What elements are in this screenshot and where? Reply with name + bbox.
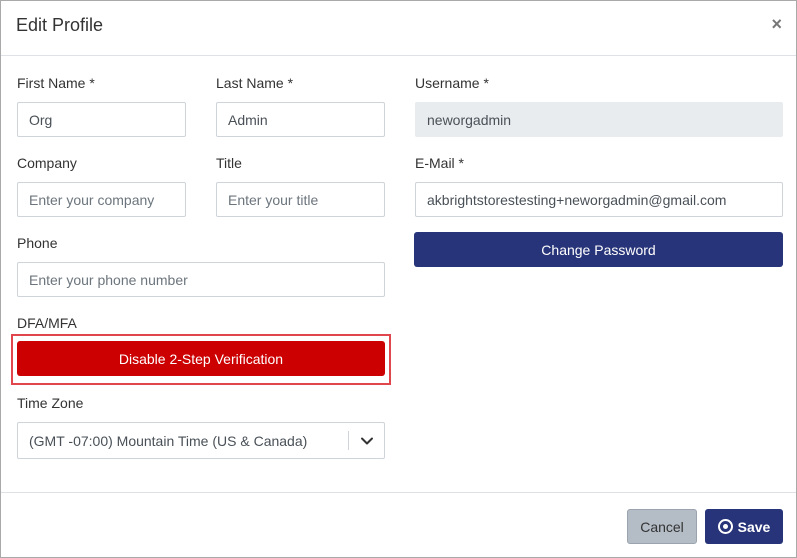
dialog-title: Edit Profile (16, 15, 104, 35)
cancel-button[interactable]: Cancel (627, 509, 697, 544)
username-label: Username * (415, 75, 489, 91)
company-input[interactable] (17, 182, 186, 217)
title-input[interactable] (216, 182, 385, 217)
email-label: E-Mail * (415, 155, 465, 171)
select-separator (348, 431, 349, 450)
phone-label: Phone (17, 235, 58, 251)
time-zone-selected-value: (GMT -07:00) Mountain Time (US & Canada) (29, 433, 308, 449)
record-circle-icon (717, 519, 733, 534)
first-name-input[interactable] (17, 102, 186, 137)
title-label: Title (216, 155, 242, 171)
first-name-label: First Name * (17, 75, 95, 91)
mfa-label: DFA/MFA (17, 315, 77, 331)
phone-input[interactable] (17, 262, 385, 297)
username-input (415, 102, 783, 137)
chevron-down-icon[interactable] (360, 434, 374, 448)
edit-profile-dialog: Edit Profile × First Name * Last Name * … (0, 0, 797, 558)
email-input[interactable] (415, 182, 783, 217)
time-zone-select[interactable]: (GMT -07:00) Mountain Time (US & Canada) (17, 422, 385, 459)
save-button[interactable]: Save (705, 509, 783, 544)
disable-2-step-verification-button[interactable]: Disable 2-Step Verification (17, 341, 385, 376)
last-name-label: Last Name * (216, 75, 294, 91)
company-label: Company (17, 155, 77, 171)
last-name-input[interactable] (216, 102, 385, 137)
time-zone-label: Time Zone (17, 395, 84, 411)
change-password-button[interactable]: Change Password (414, 232, 783, 267)
dialog-header: Edit Profile × (1, 1, 796, 56)
save-button-label: Save (737, 518, 771, 535)
close-icon[interactable]: × (771, 14, 782, 34)
